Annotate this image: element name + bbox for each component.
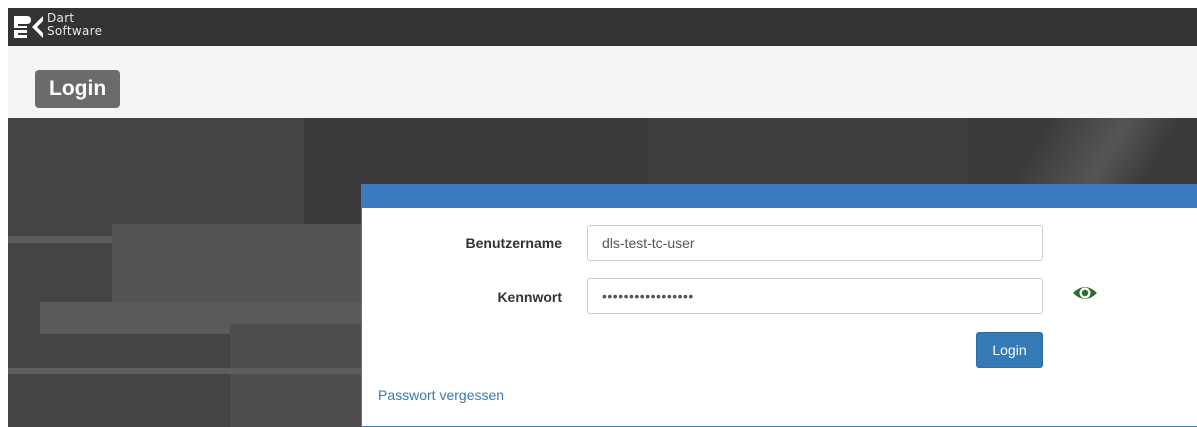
username-input[interactable] [587, 225, 1043, 261]
username-label: Benutzername [465, 235, 562, 251]
password-label: Kennwort [497, 289, 562, 305]
company-logo-icon [14, 16, 43, 38]
password-input[interactable] [587, 278, 1043, 314]
login-button[interactable]: Login [976, 332, 1043, 368]
page-header: Login [8, 46, 1197, 118]
forgot-password-link[interactable]: Passwort vergessen [378, 387, 504, 403]
brand-line-2: Software [47, 24, 103, 38]
eye-icon[interactable] [1072, 283, 1098, 303]
login-panel: Benutzername Kennwort Login Passwort ver… [361, 184, 1197, 427]
panel-header [362, 185, 1197, 208]
brand-name: Dart Software [47, 12, 102, 38]
page-title: Login [35, 70, 121, 108]
top-bar: Dart Software [8, 8, 1197, 46]
